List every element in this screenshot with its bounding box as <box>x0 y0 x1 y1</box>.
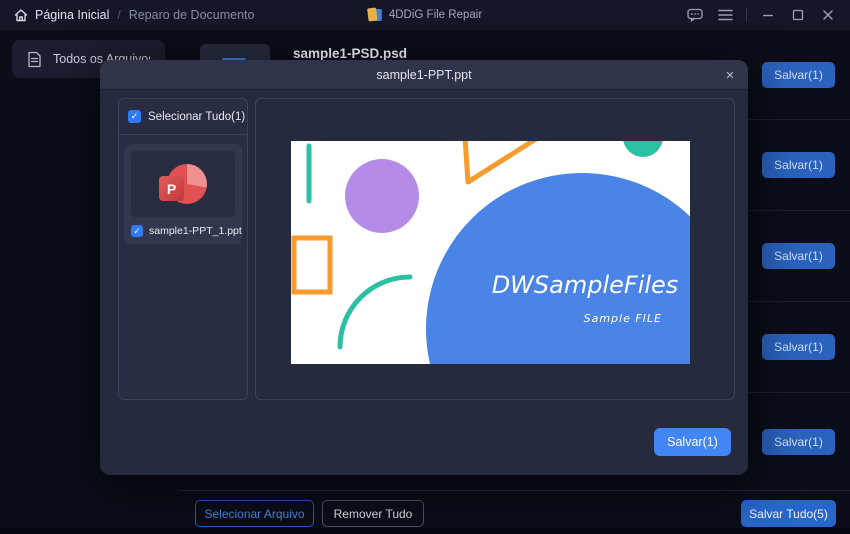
slide-preview-image: DWSampleFiles Sample FILE <box>291 141 690 364</box>
app-logo-icon <box>367 7 382 23</box>
slide-purple-circle <box>345 159 419 233</box>
breadcrumb-home-label: Página Inicial <box>35 8 110 22</box>
save-file-button[interactable]: Salvar(1) <box>762 428 835 455</box>
select-all-row: ✓ Selecionar Tudo(1) <box>119 99 247 135</box>
breadcrumb-home[interactable]: Página Inicial <box>14 8 109 22</box>
titlebar: Página Inicial / Reparo de Documento 4DD… <box>0 0 850 30</box>
breadcrumb: Página Inicial / Reparo de Documento <box>0 8 254 22</box>
save-file-button[interactable]: Salvar(1) <box>762 334 835 360</box>
file-thumbnail-card[interactable]: P ✓ sample1-PPT_1.ppt <box>124 144 242 244</box>
controls-divider <box>746 8 747 22</box>
app-title: 4DDiG File Repair <box>388 9 483 21</box>
slide-subtitle-text: Sample FILE <box>584 312 662 325</box>
breadcrumb-separator: / <box>117 8 121 22</box>
file-item-name: sample1-PPT_1.ppt <box>149 225 242 237</box>
app-window: Página Inicial / Reparo de Documento 4DD… <box>0 0 850 534</box>
powerpoint-icon: P <box>159 163 207 205</box>
select-file-button[interactable]: Selecionar Arquivo <box>195 500 314 527</box>
save-file-button[interactable]: Salvar(1) <box>762 152 835 178</box>
menu-icon[interactable] <box>713 3 737 27</box>
remove-all-button[interactable]: Remover Tudo <box>322 500 424 527</box>
powerpoint-letter: P <box>159 176 184 201</box>
select-all-checkbox[interactable]: ✓ <box>128 110 141 123</box>
close-button[interactable] <box>816 3 840 27</box>
select-all-label: Selecionar Tudo(1) <box>148 110 246 123</box>
minimize-button[interactable] <box>756 3 780 27</box>
file-name: sample1-PSD.psd <box>293 46 408 61</box>
save-file-button[interactable]: Salvar(1) <box>762 243 835 269</box>
window-controls <box>683 0 850 30</box>
window-bottom-edge <box>0 528 850 534</box>
slide-title-text: DWSampleFiles <box>492 271 679 299</box>
app-brand: 4DDiG File Repair <box>367 0 483 30</box>
home-icon <box>14 8 28 22</box>
modal-header: sample1-PPT.ppt × <box>100 60 748 90</box>
file-item-row: ✓ sample1-PPT_1.ppt <box>131 225 242 237</box>
maximize-button[interactable] <box>786 3 810 27</box>
modal-close-icon[interactable]: × <box>720 65 740 85</box>
save-file-button[interactable]: Salvar(1) <box>762 61 835 88</box>
modal-file-panel: ✓ Selecionar Tudo(1) P ✓ sample1-PPT_1.p… <box>118 98 248 400</box>
modal-title: sample1-PPT.ppt <box>376 67 472 82</box>
thumbnail-box: P <box>131 151 235 217</box>
preview-area: DWSampleFiles Sample FILE <box>255 98 735 400</box>
modal-save-button[interactable]: Salvar(1) <box>654 428 731 456</box>
save-all-button[interactable]: Salvar Tudo(5) <box>741 500 836 527</box>
file-item-checkbox[interactable]: ✓ <box>131 225 143 237</box>
file-text-icon <box>27 51 42 68</box>
feedback-icon[interactable] <box>683 3 707 27</box>
breadcrumb-current: Reparo de Documento <box>128 8 255 22</box>
preview-modal: sample1-PPT.ppt × ✓ Selecionar Tudo(1) P… <box>100 60 748 475</box>
footer-bar: Selecionar Arquivo Remover Tudo Salvar T… <box>178 490 850 528</box>
